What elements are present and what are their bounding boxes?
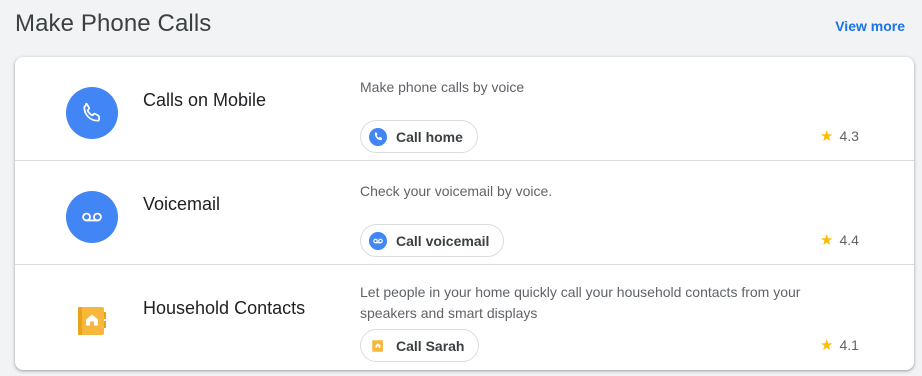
- rating-value: 4.4: [839, 232, 859, 248]
- star-icon: ★: [820, 232, 834, 249]
- rating: ★ 4.4: [820, 231, 859, 249]
- star-icon: ★: [820, 337, 834, 354]
- action-description: Let people in your home quickly call you…: [360, 284, 801, 321]
- phone-icon: [66, 87, 118, 139]
- phone-icon: [369, 127, 387, 146]
- action-row-household-contacts[interactable]: Household Contacts Let people in your ho…: [15, 265, 914, 369]
- action-title: Household Contacts: [143, 298, 306, 318]
- rating: ★ 4.1: [820, 336, 859, 354]
- contacts-book-icon: [66, 295, 118, 347]
- chip-label: Call Sarah: [396, 337, 465, 354]
- action-row-voicemail[interactable]: Voicemail Check your voicemail by voice.…: [15, 161, 914, 265]
- chip-label: Call voicemail: [396, 232, 490, 249]
- section-header: Make Phone Calls View more: [0, 0, 922, 52]
- rating-value: 4.3: [839, 128, 859, 144]
- call-home-chip[interactable]: Call home: [360, 120, 478, 153]
- action-title: Voicemail: [143, 194, 221, 214]
- chip-label: Call home: [396, 128, 463, 145]
- call-voicemail-chip[interactable]: Call voicemail: [360, 224, 505, 257]
- contacts-book-icon: [369, 337, 387, 355]
- rating: ★ 4.3: [820, 127, 859, 145]
- action-title: Calls on Mobile: [143, 90, 267, 110]
- voicemail-icon: [369, 231, 387, 250]
- action-description: Check your voicemail by voice.: [360, 183, 553, 199]
- view-more-link[interactable]: View more: [835, 18, 905, 34]
- star-icon: ★: [820, 128, 834, 145]
- action-description: Make phone calls by voice: [360, 79, 525, 95]
- rating-value: 4.1: [839, 337, 859, 353]
- call-sarah-chip[interactable]: Call Sarah: [360, 329, 480, 362]
- action-row-calls-on-mobile[interactable]: Calls on Mobile Make phone calls by voic…: [15, 57, 914, 161]
- section-title: Make Phone Calls: [15, 10, 212, 37]
- voicemail-icon: [66, 191, 118, 243]
- actions-card: Calls on Mobile Make phone calls by voic…: [15, 57, 914, 370]
